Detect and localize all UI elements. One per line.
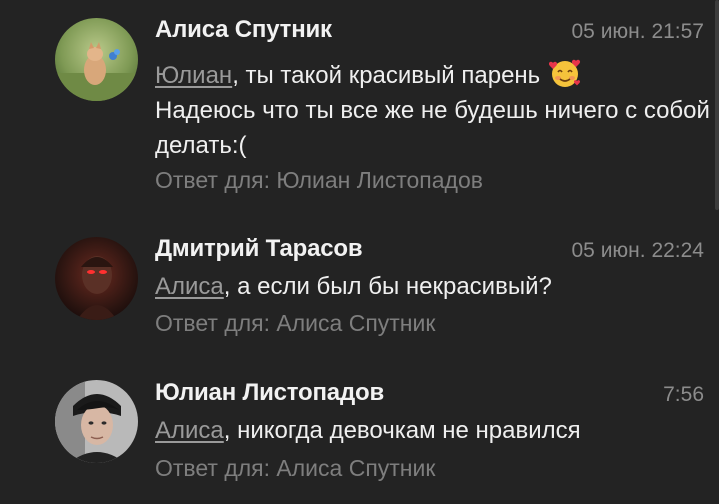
comment-text: Алиса, а если был бы некрасивый? xyxy=(155,269,710,304)
mention-link[interactable]: Алиса xyxy=(155,273,224,300)
comment-author[interactable]: Алиса Спутник xyxy=(155,16,332,44)
comment-text: Юлиан, ты такой красивый парень Надеюсь … xyxy=(155,57,710,163)
comment-timestamp: 05 июн. 22:24 xyxy=(571,239,705,262)
comment-text-line: , ты такой красивый парень xyxy=(232,62,541,89)
comment-text-continued: Надеюсь что ты все же не будешь ничего с… xyxy=(155,97,710,159)
comment-text-line: , а если был бы некрасивый? xyxy=(223,273,552,300)
avatar[interactable] xyxy=(55,380,138,463)
comment-item: Алиса Спутник 05 июн. 21:57 Юлиан, ты та… xyxy=(0,0,719,210)
comment-text-line: , никогда девочкам не нравился xyxy=(223,417,581,444)
avatar[interactable] xyxy=(55,237,138,320)
mention-link[interactable]: Юлиан xyxy=(155,62,232,89)
avatar[interactable] xyxy=(55,18,138,101)
reply-to-link[interactable]: Ответ для: Юлиан Листопадов xyxy=(155,167,483,194)
reply-to-link[interactable]: Ответ для: Алиса Спутник xyxy=(155,455,435,482)
mention-link[interactable]: Алиса xyxy=(155,417,224,444)
avatar-man-photo-icon xyxy=(55,380,138,463)
smiling-face-with-hearts-icon xyxy=(548,59,580,87)
comment-text: Алиса, никогда девочкам не нравился xyxy=(155,413,710,448)
avatar-red-eyes-photo-icon xyxy=(55,237,138,320)
comment-author[interactable]: Дмитрий Тарасов xyxy=(155,235,363,263)
comment-author[interactable]: Юлиан Листопадов xyxy=(155,379,384,407)
scrollbar[interactable] xyxy=(715,0,719,210)
reply-to-link[interactable]: Ответ для: Алиса Спутник xyxy=(155,310,435,337)
comment-timestamp: 7:56 xyxy=(663,383,704,406)
avatar-cat-photo-icon xyxy=(55,18,138,101)
comments-feed: Алиса Спутник 05 июн. 21:57 Юлиан, ты та… xyxy=(0,0,719,504)
comment-timestamp: 05 июн. 21:57 xyxy=(571,20,705,43)
comment-item: Дмитрий Тарасов 05 июн. 22:24 Алиса, а е… xyxy=(0,210,719,360)
comment-item: Юлиан Листопадов 7:56 Алиса, никогда дев… xyxy=(0,360,719,504)
